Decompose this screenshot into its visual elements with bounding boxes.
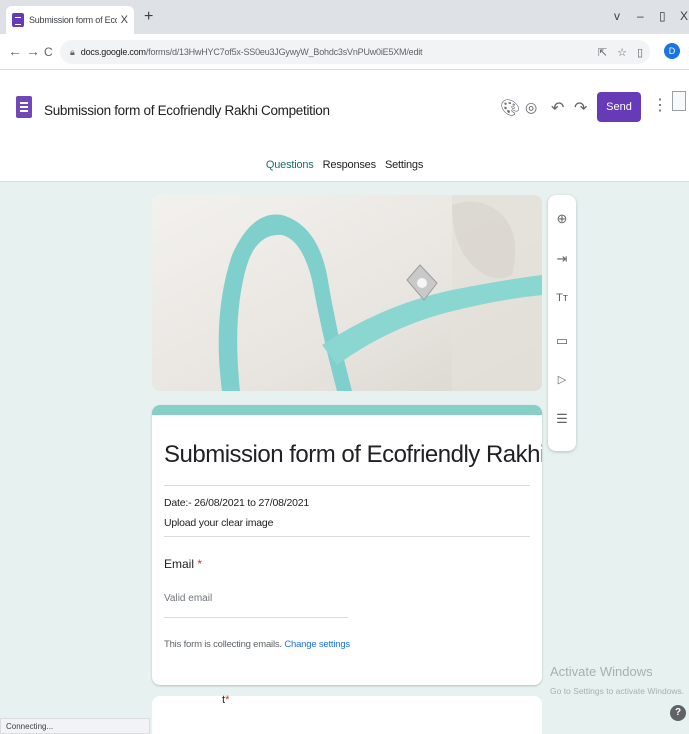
back-button[interactable]: ←	[8, 43, 22, 59]
activate-windows-subtitle: Go to Settings to activate Windows.	[550, 686, 685, 696]
status-bar: Connecting...	[0, 718, 150, 734]
collecting-text: This form is collecting emails.	[164, 639, 282, 650]
palette-icon[interactable]: 🎨︎	[500, 98, 520, 118]
url-text: docs.google.com/forms/d/13HwHYC7of5x-SS0…	[81, 47, 423, 57]
required-asterisk: *	[197, 557, 203, 571]
profile-avatar[interactable]: D	[664, 43, 680, 59]
undo-icon[interactable]: ↶	[551, 98, 564, 118]
browser-tab-strip: Submission form of Ecofriendly R X + v –…	[0, 0, 689, 34]
document-title[interactable]: Submission form of Ecofriendly Rakhi Com…	[44, 103, 330, 118]
more-options-icon[interactable]: ⋮	[652, 95, 668, 115]
tab-responses[interactable]: Responses	[323, 159, 376, 171]
email-field-underline	[164, 617, 348, 618]
next-question-card[interactable]	[152, 696, 542, 734]
help-icon[interactable]: ?	[670, 705, 686, 721]
divider	[164, 485, 530, 486]
address-bar-icons: ⇱ ☆ ▯	[598, 46, 643, 59]
url-path: /forms/d/13HwHYC7of5x-SS0eu3JGywyW_Bohdc…	[145, 47, 423, 57]
form-title-card: Submission form of Ecofriendly Rakhi Com…	[152, 405, 542, 685]
form-description-line1[interactable]: Date:- 26/08/2021 to 27/08/2021	[164, 497, 309, 509]
tab-close-button[interactable]: X	[121, 14, 128, 26]
card-accent-bar	[152, 405, 542, 415]
required-asterisk: *	[225, 694, 230, 706]
preview-eye-icon[interactable]: ◎	[525, 99, 537, 116]
next-question-label: t*	[222, 694, 229, 706]
address-bar: ← → C 🔒︎ docs.google.com/forms/d/13HwHYC…	[0, 34, 689, 70]
tab-search-icon[interactable]: v	[614, 9, 620, 23]
form-title[interactable]: Submission form of Ecofriendly Rakhi Com…	[164, 441, 542, 469]
tab-questions[interactable]: Questions	[266, 159, 314, 171]
bookmark-star-icon[interactable]: ☆	[617, 46, 627, 59]
restore-button[interactable]: ▯	[659, 9, 666, 23]
email-field: Valid email	[164, 593, 213, 604]
email-question-label: Email *	[164, 557, 202, 571]
tab-title: Submission form of Ecofriendly R	[28, 15, 117, 25]
import-questions-icon[interactable]: ⇥	[548, 251, 576, 267]
url-input[interactable]: 🔒︎ docs.google.com/forms/d/13HwHYC7of5x-…	[60, 40, 650, 64]
forms-header: Submission form of Ecofriendly Rakhi Com…	[0, 70, 689, 182]
url-domain: docs.google.com	[80, 47, 146, 57]
lock-icon: 🔒︎	[70, 46, 75, 57]
divider	[164, 536, 530, 537]
header-image	[152, 195, 542, 391]
add-section-icon[interactable]: ☰	[548, 411, 576, 427]
tab-settings[interactable]: Settings	[385, 159, 423, 171]
side-panel-icon[interactable]: ▯	[637, 46, 643, 59]
share-icon[interactable]: ⇱	[598, 46, 607, 59]
email-label-text: Email	[164, 557, 195, 571]
add-image-icon[interactable]: ▭	[548, 333, 576, 349]
forward-button[interactable]: →	[26, 43, 40, 59]
browser-tab[interactable]: Submission form of Ecofriendly R X	[6, 6, 134, 34]
reload-button[interactable]: C	[44, 45, 53, 59]
add-title-icon[interactable]: Tт	[548, 292, 576, 304]
minimize-button[interactable]: –	[637, 9, 644, 23]
change-settings-link[interactable]: Change settings	[284, 639, 350, 650]
account-image-icon[interactable]	[672, 91, 686, 111]
send-button[interactable]: Send	[597, 92, 641, 122]
browser-menu-icon[interactable]: ⋮	[684, 45, 689, 58]
form-description-line2[interactable]: Upload your clear image	[164, 517, 273, 529]
add-video-icon[interactable]: ▷	[548, 373, 576, 386]
ribbon-banner-illustration	[152, 195, 542, 391]
forms-favicon-icon	[12, 13, 24, 27]
redo-icon[interactable]: ↷	[574, 98, 587, 118]
form-tabs: Questions Responses Settings	[0, 159, 689, 171]
add-question-icon[interactable]: ⊕	[548, 211, 576, 227]
collecting-emails-notice: This form is collecting emails. Change s…	[164, 639, 350, 650]
activate-windows-title: Activate Windows	[550, 664, 653, 679]
new-tab-button[interactable]: +	[144, 8, 153, 26]
close-window-button[interactable]: X	[680, 9, 688, 23]
google-forms-logo-icon[interactable]	[16, 96, 32, 118]
floating-toolbar: ⊕ ⇥ Tт ▭ ▷ ☰	[548, 195, 576, 451]
